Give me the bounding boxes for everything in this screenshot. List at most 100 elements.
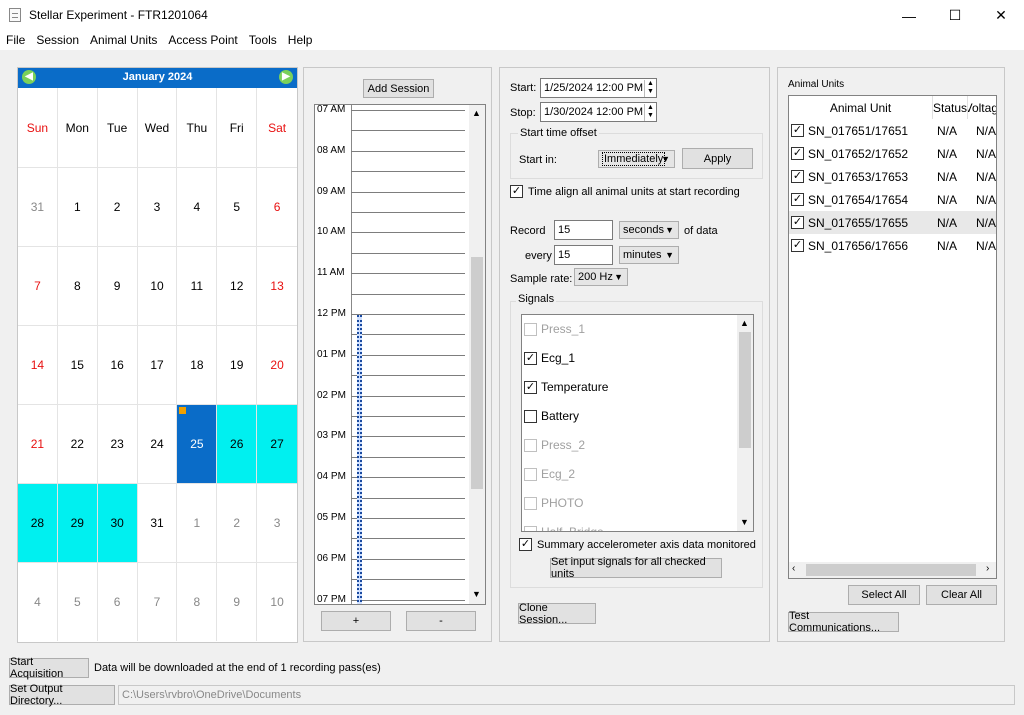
- calendar-day[interactable]: 11: [177, 246, 218, 325]
- animal-unit-checkbox[interactable]: ✓: [791, 239, 804, 252]
- calendar-day[interactable]: 7: [137, 562, 178, 641]
- column-header-voltage[interactable]: Voltag: [968, 96, 996, 119]
- menu-session[interactable]: Session: [30, 31, 84, 50]
- calendar-day[interactable]: 16: [97, 325, 138, 404]
- signal-checkbox[interactable]: [524, 410, 537, 423]
- set-input-signals-button[interactable]: Set input signals for all checked units: [550, 556, 722, 580]
- start-spin-icon[interactable]: ▲ ▼: [644, 80, 656, 97]
- signal-item[interactable]: Battery: [522, 402, 737, 431]
- calendar-day[interactable]: 4: [18, 562, 58, 641]
- calendar-day[interactable]: 31: [18, 167, 58, 246]
- menu-tools[interactable]: Tools: [243, 31, 282, 50]
- animal-units-table[interactable]: Animal Unit Status Voltag ✓ SN_017651/176…: [788, 95, 997, 579]
- calendar-day[interactable]: 2: [97, 167, 138, 246]
- scroll-up-icon[interactable]: ▲: [740, 318, 749, 328]
- scroll-thumb[interactable]: [471, 257, 483, 489]
- signal-checkbox[interactable]: [524, 526, 537, 531]
- menu-file[interactable]: File: [0, 31, 30, 50]
- test-communications-button[interactable]: Test Communications...: [788, 610, 899, 634]
- record-unit-dropdown[interactable]: seconds ▼: [619, 221, 679, 239]
- table-row[interactable]: ✓ SN_017652/17652 N/A N/A: [789, 142, 996, 165]
- calendar-day[interactable]: 9: [97, 246, 138, 325]
- signal-item[interactable]: ✓ Temperature: [522, 373, 737, 402]
- signal-checkbox[interactable]: [524, 323, 537, 336]
- scroll-up-icon[interactable]: ▲: [472, 108, 481, 118]
- column-header-status[interactable]: Status: [933, 96, 968, 119]
- calendar-day[interactable]: 3: [137, 167, 178, 246]
- timeline-scrollbar[interactable]: ▲ ▼: [469, 105, 485, 604]
- sample-rate-dropdown[interactable]: 200 Hz ▼: [574, 268, 628, 286]
- scroll-thumb[interactable]: [806, 564, 976, 576]
- table-row[interactable]: ✓ SN_017655/17655 N/A N/A: [789, 211, 996, 234]
- signal-checkbox[interactable]: [524, 439, 537, 452]
- start-in-dropdown[interactable]: Immediately ▼: [598, 150, 675, 168]
- every-unit-dropdown[interactable]: minutes ▼: [619, 246, 679, 264]
- set-output-directory-button[interactable]: Set Output Directory...: [9, 683, 115, 707]
- calendar-day[interactable]: 7: [18, 246, 58, 325]
- session-timeline[interactable]: 07 AM 08 AM 09 AM 10 AM 11 AM 12 PM 01 PM 02 PM…: [314, 104, 486, 605]
- zoom-out-button[interactable]: -: [406, 611, 476, 631]
- signal-item[interactable]: PHOTO: [522, 489, 737, 518]
- apply-button[interactable]: Apply: [682, 148, 753, 169]
- start-acquisition-button[interactable]: Start Acquisition: [9, 656, 89, 680]
- calendar-day[interactable]: 10: [257, 562, 298, 641]
- calendar-day[interactable]: 25: [177, 404, 218, 483]
- calendar-day[interactable]: 31: [137, 483, 178, 562]
- signal-item[interactable]: ✓ Ecg_1: [522, 344, 737, 373]
- menu-access-point[interactable]: Access Point: [162, 31, 242, 50]
- record-duration-input[interactable]: 15: [554, 220, 613, 240]
- signals-scrollbar[interactable]: ▲ ▼: [737, 315, 753, 531]
- calendar-day[interactable]: 15: [57, 325, 98, 404]
- table-row[interactable]: ✓ SN_017656/17656 N/A N/A: [789, 234, 996, 257]
- add-session-button[interactable]: Add Session: [363, 79, 434, 98]
- calendar-day[interactable]: 9: [217, 562, 258, 641]
- signal-checkbox[interactable]: ✓: [524, 352, 537, 365]
- calendar-day[interactable]: 8: [57, 246, 98, 325]
- calendar-day[interactable]: 8: [177, 562, 218, 641]
- animal-unit-checkbox[interactable]: ✓: [791, 170, 804, 183]
- calendar-day[interactable]: 18: [177, 325, 218, 404]
- calendar-day[interactable]: 5: [57, 562, 98, 641]
- prev-month-icon[interactable]: ◀: [22, 70, 36, 84]
- scroll-down-icon[interactable]: ▼: [740, 517, 749, 527]
- scroll-right-icon[interactable]: ›: [986, 563, 989, 574]
- animal-units-hscrollbar[interactable]: ‹ ›: [789, 562, 996, 578]
- signal-checkbox[interactable]: [524, 468, 537, 481]
- menu-animal-units[interactable]: Animal Units: [84, 31, 162, 50]
- scroll-down-icon[interactable]: ▼: [472, 589, 481, 599]
- calendar-day[interactable]: 19: [217, 325, 258, 404]
- summary-accel-checkbox[interactable]: ✓: [519, 538, 532, 551]
- signal-item[interactable]: Half_Bridge: [522, 518, 737, 531]
- table-row[interactable]: ✓ SN_017653/17653 N/A N/A: [789, 165, 996, 188]
- signal-item[interactable]: Ecg_2: [522, 460, 737, 489]
- every-interval-input[interactable]: 15: [554, 245, 613, 265]
- stop-spin-icon[interactable]: ▲ ▼: [644, 104, 656, 121]
- calendar-day[interactable]: 23: [97, 404, 138, 483]
- signal-checkbox[interactable]: [524, 497, 537, 510]
- calendar-day[interactable]: 3: [257, 483, 298, 562]
- calendar-day[interactable]: 10: [137, 246, 178, 325]
- maximize-button[interactable]: ☐: [932, 0, 978, 31]
- calendar-day[interactable]: 6: [97, 562, 138, 641]
- calendar-day[interactable]: 2: [217, 483, 258, 562]
- start-datetime-field[interactable]: 1/25/2024 12:00 PM ▲ ▼: [540, 78, 657, 98]
- calendar-day[interactable]: 28: [18, 483, 58, 562]
- table-row[interactable]: ✓ SN_017654/17654 N/A N/A: [789, 188, 996, 211]
- table-row[interactable]: ✓ SN_017651/17651 N/A N/A: [789, 119, 996, 142]
- next-month-icon[interactable]: ▶: [279, 70, 293, 84]
- clear-all-button[interactable]: Clear All: [926, 585, 997, 605]
- calendar-day[interactable]: 1: [177, 483, 218, 562]
- clone-session-button[interactable]: Clone Session...: [518, 602, 596, 626]
- animal-unit-checkbox[interactable]: ✓: [791, 193, 804, 206]
- stop-datetime-field[interactable]: 1/30/2024 12:00 PM ▲ ▼: [540, 102, 657, 122]
- session-block[interactable]: [357, 315, 362, 604]
- time-align-checkbox[interactable]: ✓: [510, 185, 523, 198]
- calendar-day[interactable]: 30: [97, 483, 138, 562]
- scroll-left-icon[interactable]: ‹: [792, 563, 795, 574]
- animal-unit-checkbox[interactable]: ✓: [791, 124, 804, 137]
- menu-help[interactable]: Help: [282, 31, 318, 50]
- calendar-day[interactable]: 6: [257, 167, 298, 246]
- calendar-day[interactable]: 26: [217, 404, 258, 483]
- calendar-day[interactable]: 4: [177, 167, 218, 246]
- calendar-day[interactable]: 12: [217, 246, 258, 325]
